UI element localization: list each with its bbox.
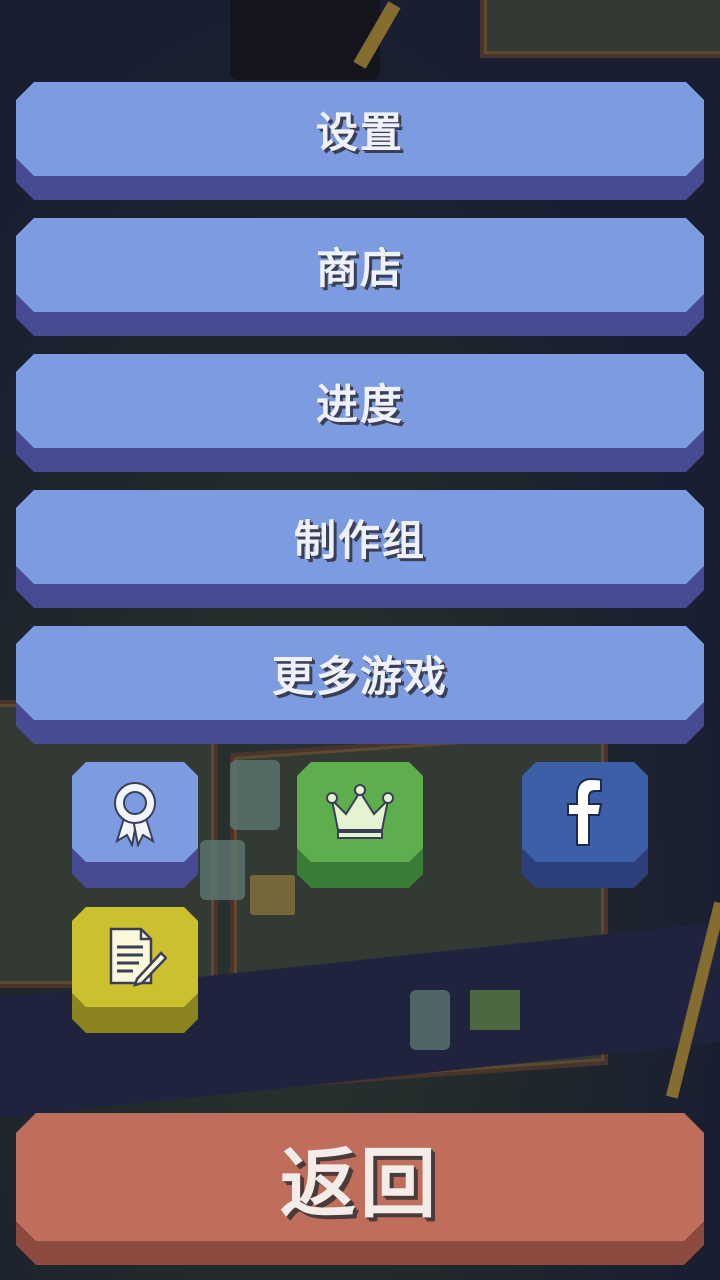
- facebook-icon: [565, 777, 605, 847]
- leaderboard-button[interactable]: [297, 762, 423, 888]
- credits-button[interactable]: 制作组: [16, 490, 704, 608]
- notes-button[interactable]: [72, 907, 198, 1033]
- notes-edit-icon: [103, 925, 167, 989]
- ribbon-award-icon: [105, 777, 165, 847]
- back-label: 返回: [280, 1139, 440, 1228]
- more-games-button[interactable]: 更多游戏: [16, 626, 704, 744]
- credits-label: 制作组: [293, 515, 426, 565]
- shop-label: 商店: [315, 243, 404, 293]
- progress-label: 进度: [315, 379, 404, 429]
- back-button[interactable]: 返回: [16, 1113, 704, 1265]
- progress-button[interactable]: 进度: [16, 354, 704, 472]
- shop-button[interactable]: 商店: [16, 218, 704, 336]
- achievements-button[interactable]: [72, 762, 198, 888]
- settings-label: 设置: [315, 107, 404, 157]
- more-games-label: 更多游戏: [271, 651, 448, 701]
- settings-button[interactable]: 设置: [16, 82, 704, 200]
- facebook-button[interactable]: [522, 762, 648, 888]
- crown-icon: [326, 784, 394, 840]
